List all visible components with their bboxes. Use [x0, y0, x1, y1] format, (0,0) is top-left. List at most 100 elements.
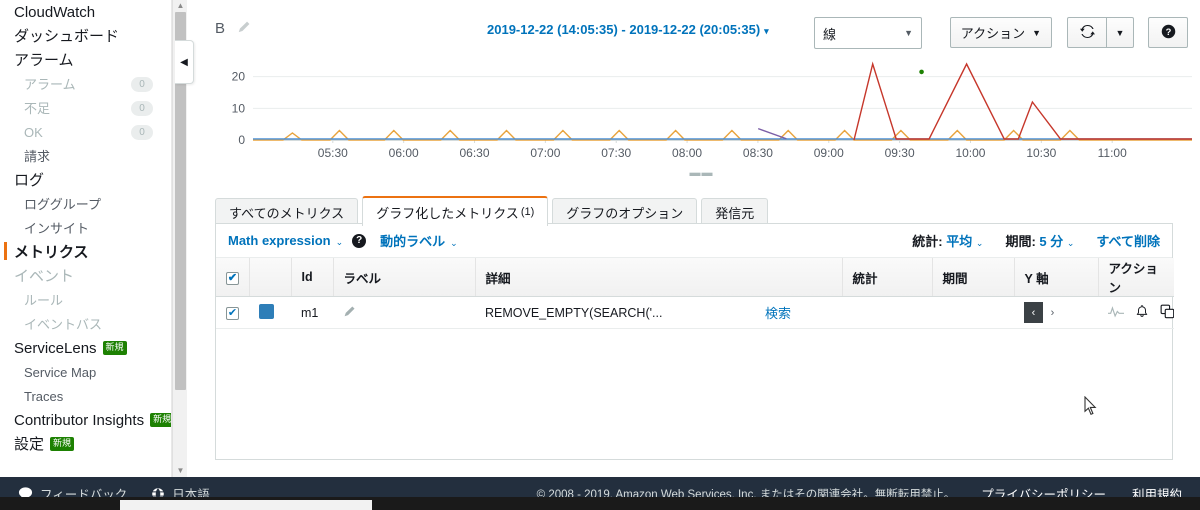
delete-all-button[interactable]: すべて削除 [1096, 231, 1160, 250]
x-axis-tick-label: 08:30 [743, 146, 773, 160]
cell-color[interactable] [249, 296, 291, 329]
color-swatch[interactable] [259, 303, 274, 319]
table-row[interactable]: ✔ m1 REMOVE_EMPTY(SEARCH('... 検索 ‹ › [216, 296, 1175, 329]
sidebar-item-label: ルール [24, 292, 64, 308]
sidebar-item-label: ServiceLens [14, 339, 97, 357]
time-range-selector[interactable]: 2019-12-22 (14:05:35) - 2019-12-22 (20:0… [487, 22, 769, 37]
action-button[interactable]: アクション ▼ [949, 17, 1052, 48]
sidebar-item-4[interactable]: 不足 0 [0, 96, 171, 120]
sidebar-item-label: ロググループ [24, 196, 101, 212]
sidebar-item-14[interactable]: ServiceLens 新規 [0, 336, 171, 360]
cell-actions [1098, 296, 1175, 329]
math-help-icon[interactable]: ? [352, 233, 367, 248]
graphed-metrics-table: ✔ Id ラベル 詳細 統計 期間 Y 軸 アクション ✔ m1 REMOVE_EM… [216, 258, 1175, 329]
stat-key: 統計: [912, 234, 943, 249]
sidebar-item-6[interactable]: 請求 [0, 144, 171, 168]
sidebar-item-9[interactable]: インサイト [0, 216, 171, 240]
sidebar-item-5[interactable]: OK 0 [0, 120, 171, 144]
x-axis-tick-label: 09:00 [814, 146, 844, 160]
sidebar-item-label: Traces [24, 388, 64, 404]
new-badge: 新規 [102, 341, 127, 355]
sidebar-item-label: アラーム [14, 51, 74, 69]
sidebar-nav: CloudWatch ダッシュボード アラーム アラーム 0 不足 0 OK 0 請求 ログ ロググル… [0, 0, 171, 456]
yaxis-right-button[interactable]: › [1043, 302, 1062, 323]
table-head: ✔ Id ラベル 詳細 統計 期間 Y 軸 アクション [216, 258, 1175, 297]
math-expression-dropdown[interactable]: Math expression ⌄ [228, 233, 343, 248]
sidebar-item-12[interactable]: ルール [0, 288, 171, 312]
sidebar-item-17[interactable]: Contributor Insights 新規 [0, 408, 171, 432]
sidebar-item-11[interactable]: イベント [0, 264, 171, 288]
chevron-down-icon: ⌄ [450, 238, 458, 248]
mouse-cursor [1084, 395, 1097, 418]
chart-resize-handle[interactable]: ▬▬ [215, 168, 1188, 179]
x-axis-tick-label: 08:00 [672, 146, 702, 160]
panel-toolbar-right: 統計: 平均 ⌄ 期間: 5 分 ⌄ すべて削除 [890, 231, 1160, 250]
help-button[interactable]: ? [1148, 17, 1188, 48]
pencil-icon[interactable] [237, 20, 251, 37]
th-id: Id [291, 258, 334, 297]
sidebar-item-label: OK [24, 124, 43, 140]
tab-2[interactable]: グラフのオプション [552, 198, 698, 226]
sidebar-item-7[interactable]: ログ [0, 168, 171, 192]
sidebar-item-16[interactable]: Traces [0, 384, 171, 408]
sidebar-collapse-button[interactable]: ◀ [175, 40, 194, 84]
tab-0[interactable]: すべてのメトリクス [215, 198, 359, 226]
alarm-count-badge: 0 [131, 76, 153, 92]
graph-line-icon[interactable] [1108, 305, 1125, 321]
dynamic-label-dropdown[interactable]: 動的ラベル ⌄ [380, 231, 458, 250]
cell-yaxis[interactable]: ‹ › [1014, 296, 1099, 329]
duplicate-icon[interactable] [1160, 304, 1175, 322]
sidebar-item-13[interactable]: イベントバス [0, 312, 171, 336]
search-link[interactable]: 検索 [765, 306, 791, 321]
period-selector[interactable]: 期間: 5 分 ⌄ [1005, 231, 1074, 250]
refresh-options-button[interactable]: ▼ [1107, 17, 1134, 48]
sidebar-item-8[interactable]: ロググループ [0, 192, 171, 216]
chevron-down-icon: ▼ [1115, 27, 1125, 38]
dynamic-label-label: 動的ラベル [380, 234, 446, 249]
x-axis-tick-label: 06:30 [460, 146, 490, 160]
sidebar-item-15[interactable]: Service Map [0, 360, 171, 384]
th-yaxis: Y 軸 [1014, 258, 1099, 297]
pencil-icon[interactable] [343, 305, 356, 321]
cell-label[interactable] [333, 296, 475, 329]
series-m1-red [853, 61, 1192, 141]
scroll-down-arrow[interactable]: ▼ [173, 465, 188, 477]
tab-3[interactable]: 発信元 [701, 198, 769, 226]
metric-chart[interactable]: 0 10 20 05:30 06:00 06:30 07:00 07:30 08:00 08:30… [215, 56, 1192, 179]
sidebar-item-label: 不足 [24, 100, 51, 116]
sidebar-item-1[interactable]: ダッシュボード [0, 24, 171, 48]
tab-1[interactable]: グラフ化したメトリクス (1) [362, 196, 549, 226]
bell-icon[interactable] [1135, 304, 1149, 322]
y-axis-tick-label: 20 [232, 70, 246, 84]
refresh-icon [1079, 24, 1095, 42]
sidebar-item-3[interactable]: アラーム 0 [0, 72, 171, 96]
y-axis-tick-label: 0 [238, 133, 245, 147]
sidebar-item-18[interactable]: 設定 新規 [0, 432, 171, 456]
cell-id: m1 [291, 296, 333, 329]
th-select-all[interactable]: ✔ [216, 258, 250, 297]
period-value: 5 分 [1039, 234, 1064, 249]
x-axis-tick-label: 11:00 [1098, 146, 1127, 160]
th-details: 詳細 [475, 258, 843, 297]
row-checkbox[interactable]: ✔ [226, 307, 239, 320]
select-all-checkbox[interactable]: ✔ [226, 271, 239, 285]
sidebar-item-0[interactable]: CloudWatch [0, 0, 171, 24]
taskbar-window-item[interactable] [120, 500, 372, 510]
tab-label: すべてのメトリクス [229, 206, 345, 221]
scroll-up-arrow[interactable]: ▲ [173, 0, 188, 12]
yaxis-left-button[interactable]: ‹ [1024, 302, 1044, 323]
math-expression-label: Math expression [228, 233, 331, 248]
sidebar-item-label: 設定 [14, 435, 45, 453]
stat-selector[interactable]: 統計: 平均 ⌄ [912, 231, 983, 250]
help-icon: ? [1161, 24, 1176, 42]
cell-checkbox[interactable]: ✔ [216, 296, 249, 329]
sidebar-item-10[interactable]: メトリクス [0, 240, 171, 264]
cell-details-link[interactable]: 検索 [755, 296, 843, 329]
sidebar-item-2[interactable]: アラーム [0, 48, 171, 72]
chevron-down-icon: ⌄ [335, 237, 344, 247]
sidebar: CloudWatch ダッシュボード アラーム アラーム 0 不足 0 OK 0 請求 ログ ロググル… [0, 0, 172, 477]
graph-type-select[interactable]: 線 ▼ [814, 17, 922, 49]
refresh-button[interactable] [1067, 17, 1107, 48]
cell-stat[interactable] [842, 296, 933, 329]
cell-period[interactable] [932, 296, 1015, 329]
